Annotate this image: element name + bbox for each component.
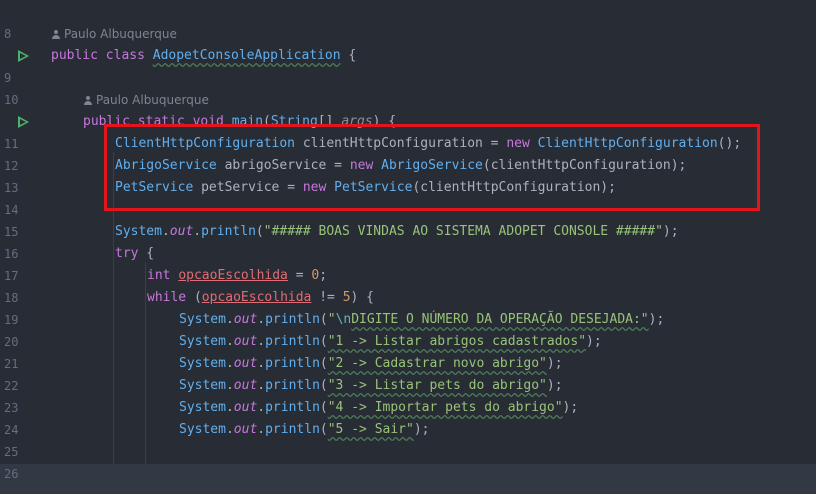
code-line-25: 25 System.out.println("5 -> Sair"); [0,419,816,459]
code-text: System.out.println("5 -> Sair"); [179,422,430,437]
code-line-8: 8 [0,1,816,41]
highlight-annotation-box [104,124,760,211]
code-line-23: 23 System.out.println("3 -> Listar pets … [0,375,816,415]
author-name: Paulo Albuquerque [64,27,177,41]
code-text: System.out.println("4 -> Importar pets d… [179,400,579,415]
code-text: System.out.println("\nDIGITE O NÚMERO DA… [179,312,665,327]
line-number: 10 [4,93,19,107]
line-number: 26 [4,467,19,481]
code-line-9: 9 public class AdopetConsoleApplication … [0,45,816,85]
code-text: int opcaoEscolhida = 0; [147,268,328,283]
code-text: System.out.println("2 -> Cadastrar novo … [179,356,563,371]
code-line-22: 22 System.out.println("2 -> Cadastrar no… [0,353,816,393]
code-text: try { [115,246,155,261]
bottom-strip [0,464,816,494]
code-line-26: 26 [0,441,816,481]
author-hint[interactable]: Paulo Albuquerque [84,89,209,111]
person-icon [52,30,60,39]
code-line-10: 10 [0,67,816,107]
code-text: while (opcaoEscolhida != 5) { [147,290,374,305]
code-text: System.out.println("1 -> Listar abrigos … [179,334,602,349]
run-icon-inner [20,53,26,59]
code-line-19: 19 while (opcaoEscolhida != 5) { [0,287,816,327]
code-line-17: 17 try { [0,243,816,283]
author-name: Paulo Albuquerque [96,93,209,107]
author-hint[interactable]: Paulo Albuquerque [52,23,177,45]
code-text: System.out.println("3 -> Listar pets do … [179,378,563,393]
code-line-24: 24 System.out.println("4 -> Importar pet… [0,397,816,437]
code-line-18: 18 int opcaoEscolhida = 0; [0,265,816,305]
code-line-21: 21 System.out.println("1 -> Listar abrig… [0,331,816,371]
code-text: public class AdopetConsoleApplication { [51,48,357,63]
person-icon [84,96,92,105]
code-line-16: 16 System.out.println("##### BOAS VINDAS… [0,221,816,261]
code-text: System.out.println("##### BOAS VINDAS AO… [115,224,679,239]
run-icon-inner [20,119,26,125]
code-line-20: 20 System.out.println("\nDIGITE O NÚMERO… [0,309,816,349]
line-number: 8 [4,27,12,41]
